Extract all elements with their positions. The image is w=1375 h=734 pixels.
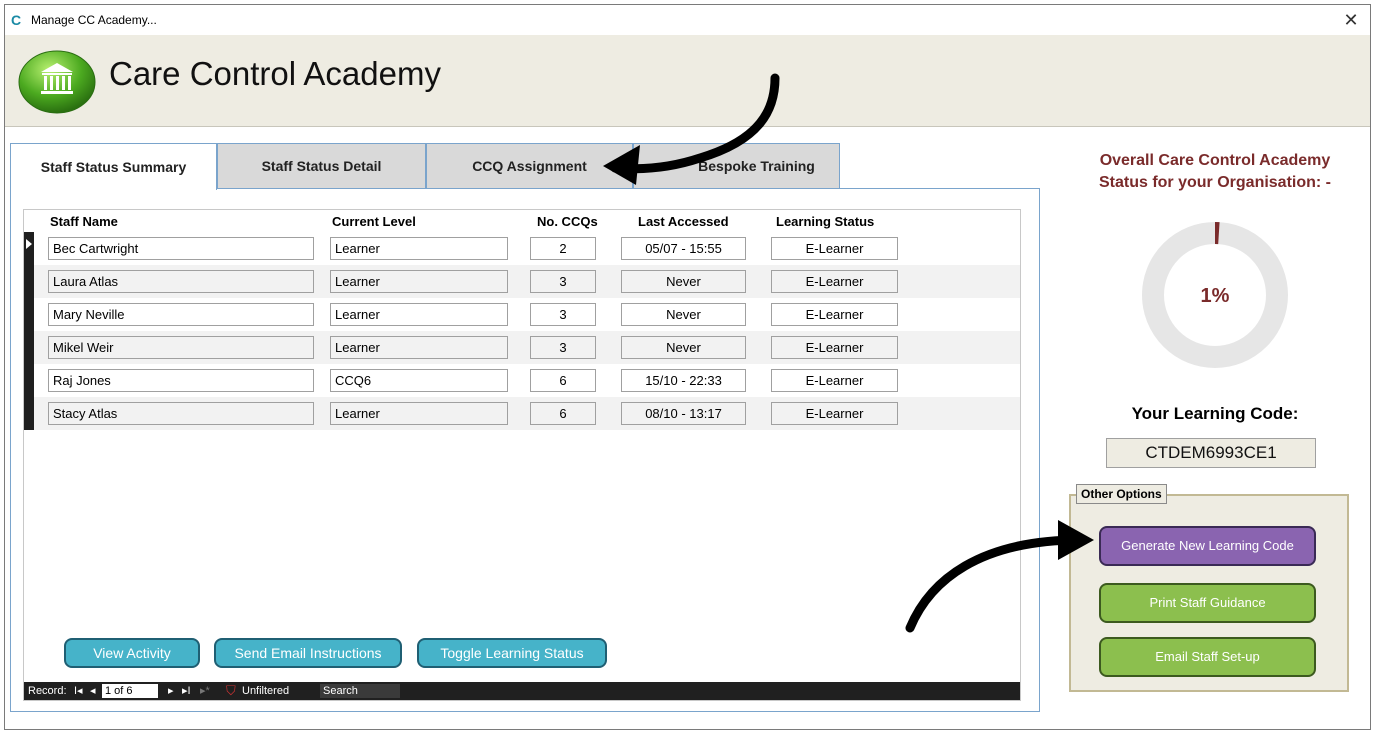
record-selector[interactable] [24,298,34,331]
record-selector[interactable] [24,232,34,265]
staff-name-field[interactable]: Stacy Atlas [48,402,314,425]
staff-name-field[interactable]: Mary Neville [48,303,314,326]
learning-status-field[interactable]: E-Learner [771,336,898,359]
no-ccqs-field[interactable]: 3 [530,303,596,326]
current-level-field[interactable]: Learner [330,237,508,260]
learning-status-field[interactable]: E-Learner [771,402,898,425]
app-title: Care Control Academy [109,55,441,92]
current-level-field[interactable]: Learner [330,303,508,326]
app-icon: C [11,12,22,28]
toggle-learning-status-button[interactable]: Toggle Learning Status [417,638,607,668]
column-header-no-ccqs: No. CCQs [537,214,598,229]
last-accessed-field[interactable]: Never [621,270,746,293]
previous-record-button[interactable]: ◂ [90,682,96,700]
overall-status-title-line1: Overall Care Control Academy [1099,152,1331,169]
table-row[interactable]: Bec Cartwright Learner 2 05/07 - 15:55 E… [24,232,1020,265]
record-selector[interactable] [24,397,34,430]
progress-donut: 1% [1142,222,1288,368]
record-selector[interactable] [24,265,34,298]
table-row[interactable]: Stacy Atlas Learner 6 08/10 - 13:17 E-Le… [24,397,1020,430]
other-options-label: Other Options [1076,484,1167,504]
first-record-button[interactable]: I◂ [74,682,83,700]
view-activity-button[interactable]: View Activity [64,638,200,668]
current-record-icon [26,239,32,249]
filter-icon[interactable]: ⛉ [226,682,236,700]
staff-name-field[interactable]: Mikel Weir [48,336,314,359]
title-bar: C Manage CC Academy... ✕ [5,5,1370,35]
no-ccqs-field[interactable]: 3 [530,270,596,293]
table-row[interactable]: Mikel Weir Learner 3 Never E-Learner [24,331,1020,364]
record-label: Record: [28,685,67,697]
search-box[interactable]: Search [320,684,400,698]
last-record-button[interactable]: ▸I [182,682,191,700]
filter-status[interactable]: Unfiltered [242,682,289,700]
last-accessed-field[interactable]: Never [621,336,746,359]
current-level-field[interactable]: Learner [330,270,508,293]
send-email-instructions-button[interactable]: Send Email Instructions [214,638,402,668]
record-navigator: Record: I◂ ◂ 1 of 6 ▸ ▸I ▸* ⛉ Unfiltered… [24,682,1020,700]
staff-subform: Staff Name Current Level No. CCQs Last A… [23,209,1021,701]
bank-icon [18,50,96,114]
overall-status-title: Overall Care Control Academy Status for … [1060,150,1370,194]
next-record-button[interactable]: ▸ [168,682,174,700]
last-accessed-field[interactable]: 15/10 - 22:33 [621,369,746,392]
generate-new-learning-code-button[interactable]: Generate New Learning Code [1099,526,1316,566]
learning-code-label: Your Learning Code: [1131,404,1299,423]
current-record-input[interactable]: 1 of 6 [102,684,158,698]
tab-staff-status-summary[interactable]: Staff Status Summary [10,143,217,190]
staff-name-field[interactable]: Raj Jones [48,369,314,392]
tab-bespoke-training[interactable]: Bespoke Training [633,143,840,188]
no-ccqs-field[interactable]: 2 [530,237,596,260]
staff-name-field[interactable]: Laura Atlas [48,270,314,293]
email-staff-setup-button[interactable]: Email Staff Set-up [1099,637,1316,677]
column-header-last-accessed: Last Accessed [638,214,729,229]
tab-ccq-assignment[interactable]: CCQ Assignment [426,143,633,188]
last-accessed-field[interactable]: Never [621,303,746,326]
new-record-button[interactable]: ▸* [200,682,210,700]
progress-percent: 1% [1201,285,1230,307]
column-header-current-level: Current Level [332,214,416,229]
current-level-field[interactable]: Learner [330,336,508,359]
current-level-field[interactable]: CCQ6 [330,369,508,392]
column-header-staff-name: Staff Name [50,214,118,229]
learning-status-field[interactable]: E-Learner [771,369,898,392]
print-staff-guidance-button[interactable]: Print Staff Guidance [1099,583,1316,623]
column-header-learning-status: Learning Status [776,214,875,229]
record-selector[interactable] [24,331,34,364]
staff-name-field[interactable]: Bec Cartwright [48,237,314,260]
tab-content-staff-summary: Staff Name Current Level No. CCQs Last A… [10,188,1040,712]
tab-staff-status-detail[interactable]: Staff Status Detail [217,143,426,188]
learning-status-field[interactable]: E-Learner [771,303,898,326]
learning-status-field[interactable]: E-Learner [771,237,898,260]
app-header: Care Control Academy [5,35,1370,127]
last-accessed-field[interactable]: 08/10 - 13:17 [621,402,746,425]
record-selector[interactable] [24,364,34,397]
table-row[interactable]: Mary Neville Learner 3 Never E-Learner [24,298,1020,331]
learning-status-field[interactable]: E-Learner [771,270,898,293]
no-ccqs-field[interactable]: 3 [530,336,596,359]
table-row[interactable]: Laura Atlas Learner 3 Never E-Learner [24,265,1020,298]
no-ccqs-field[interactable]: 6 [530,402,596,425]
overall-status-title-line2: Status for your Organisation: - [1098,174,1331,191]
window-title: Manage CC Academy... [31,13,157,27]
last-accessed-field[interactable]: 05/07 - 15:55 [621,237,746,260]
learning-code-field[interactable]: CTDEM6993CE1 [1106,438,1316,468]
close-button[interactable]: ✕ [1340,9,1362,31]
no-ccqs-field[interactable]: 6 [530,369,596,392]
current-level-field[interactable]: Learner [330,402,508,425]
table-row[interactable]: Raj Jones CCQ6 6 15/10 - 22:33 E-Learner [24,364,1020,397]
